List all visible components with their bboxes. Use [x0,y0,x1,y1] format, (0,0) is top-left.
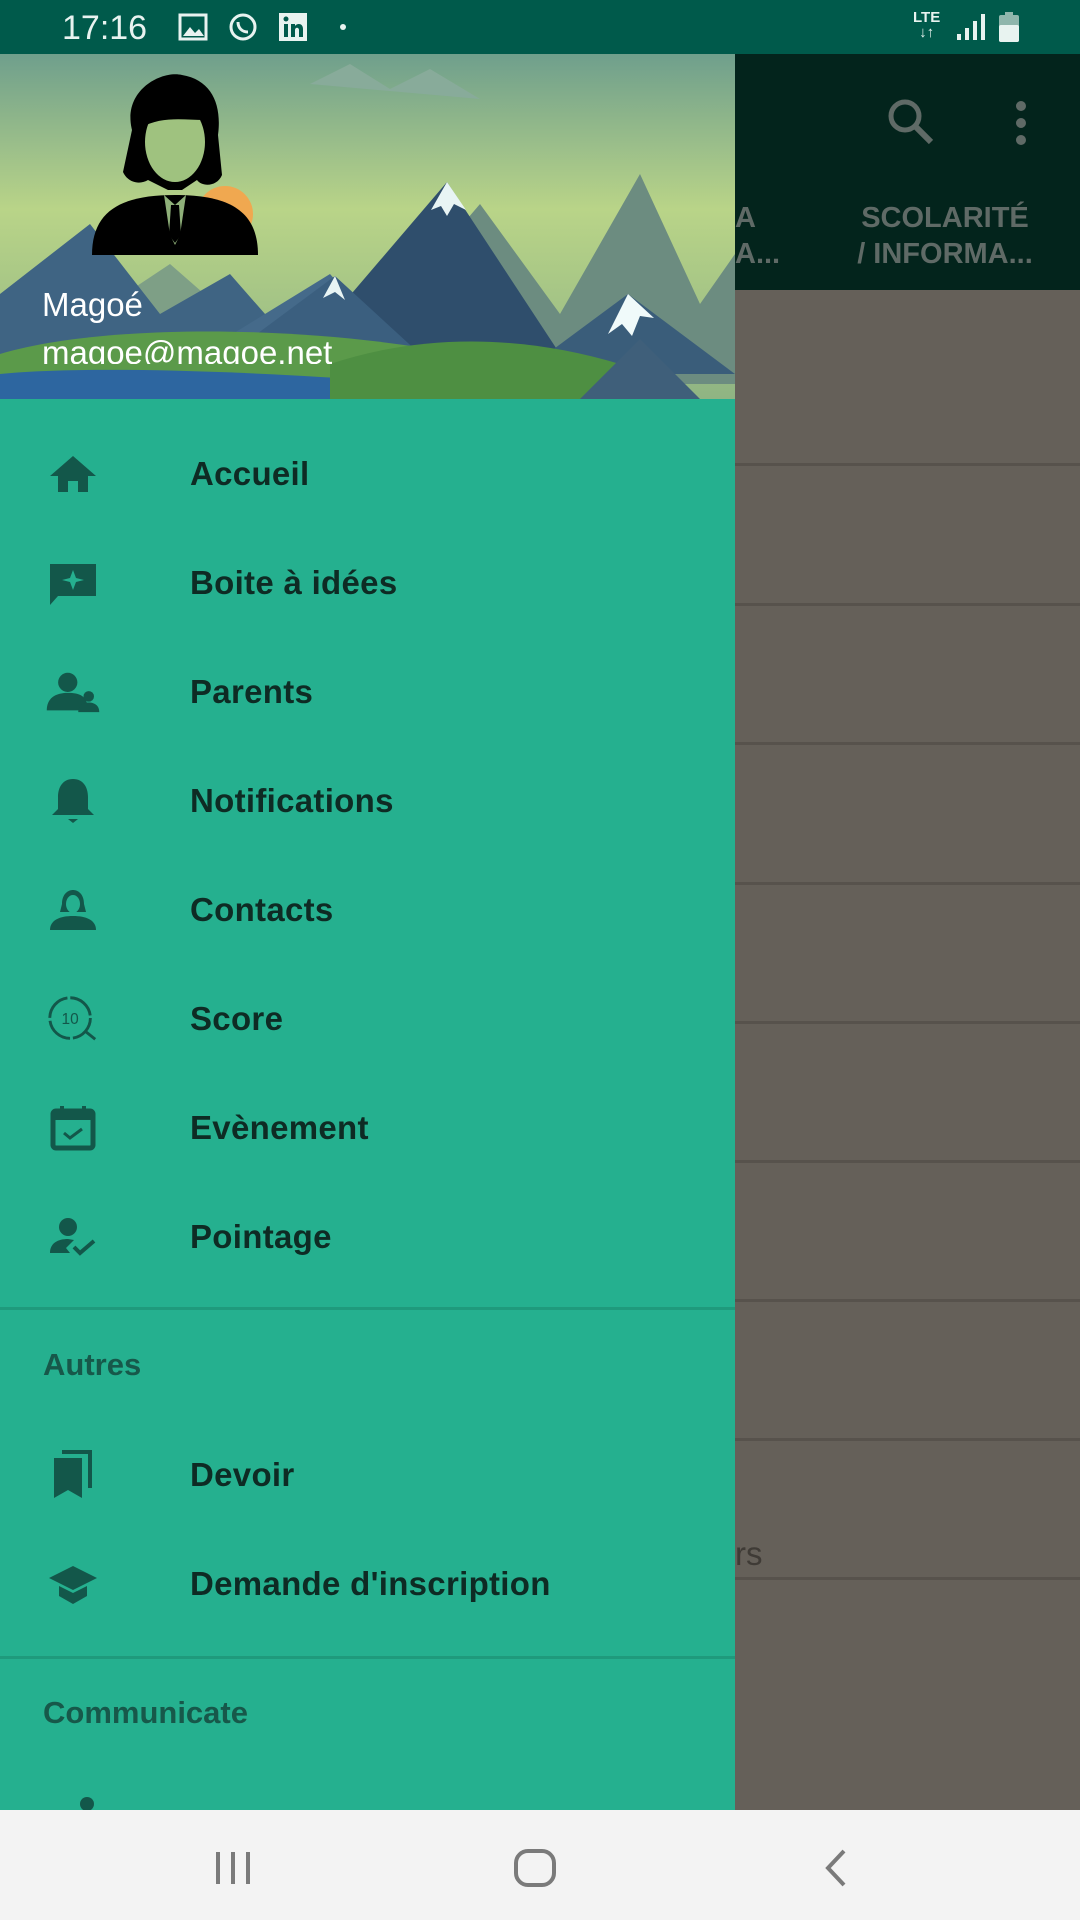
menu-item-parents[interactable]: Parents [0,637,735,746]
drawer-header: Magoé magoe@magoe.net [0,54,735,399]
navigation-drawer: Magoé magoe@magoe.net Accueil Boite à id… [0,54,735,1810]
list-divider [735,742,1080,745]
section-divider [0,1656,735,1659]
linkedin-icon [279,13,307,41]
status-bar: 17:16 LTE ↓↑ [0,0,1080,54]
list-divider [735,1438,1080,1441]
menu-item-evenement[interactable]: Evènement [0,1073,735,1182]
list-divider [735,1577,1080,1580]
user-name: Magoé [42,286,143,323]
section-divider [0,1307,735,1310]
clock: 17:16 [62,9,148,47]
graduation-cap-icon [45,1556,101,1612]
image-icon [178,13,208,41]
section-header-communicate: Communicate [43,1695,248,1730]
dot-icon [340,24,346,30]
section-header-autres: Autres [43,1347,142,1382]
background-text: rs [735,1535,763,1572]
main-content-scrim[interactable] [735,54,1080,1810]
list-divider [735,1021,1080,1024]
parents-icon [45,664,101,720]
idea-message-icon [45,555,101,611]
recent-apps-icon[interactable] [212,1850,254,1886]
search-icon[interactable] [885,96,937,148]
partial-menu-icon [80,1797,94,1810]
list-divider [735,1299,1080,1302]
menu-item-boite-a-idees[interactable]: Boite à idées [0,528,735,637]
back-icon[interactable] [822,1848,850,1888]
battery-icon [999,12,1019,42]
bell-icon [45,773,101,829]
calendar-check-icon [45,1100,101,1156]
menu-item-notifications[interactable]: Notifications [0,746,735,855]
bookmarks-icon [45,1447,101,1503]
tab-partial[interactable]: A A... [735,200,780,272]
menu-item-pointage[interactable]: Pointage [0,1182,735,1291]
more-options-icon[interactable] [1013,98,1029,148]
menu-item-accueil[interactable]: Accueil [0,419,735,528]
list-divider [735,882,1080,885]
whatsapp-icon [229,13,257,41]
svg-text:10: 10 [62,1010,79,1027]
score-icon: 10 [45,991,101,1047]
person-check-icon [45,1209,101,1265]
list-divider [735,603,1080,606]
avatar [92,74,258,255]
list-divider [735,1160,1080,1163]
list-divider [735,463,1080,466]
contact-icon [45,882,101,938]
system-navigation-bar [0,1810,1080,1920]
menu-item-contacts[interactable]: Contacts [0,855,735,964]
menu-item-score[interactable]: 10 Score [0,964,735,1073]
signal-icon [957,14,985,40]
tab-scolarite[interactable]: SCOLARITÉ / INFORMA... [835,200,1055,272]
lte-icon: LTE ↓↑ [913,9,941,41]
app-toolbar: A A... SCOLARITÉ / INFORMA... [735,54,1080,290]
menu-item-demande-inscription[interactable]: Demande d'inscription [0,1529,735,1638]
menu-item-devoir[interactable]: Devoir [0,1420,735,1529]
home-icon [45,446,101,502]
user-email: magoe@magoe.net [42,334,333,364]
home-button-icon[interactable] [513,1848,557,1888]
